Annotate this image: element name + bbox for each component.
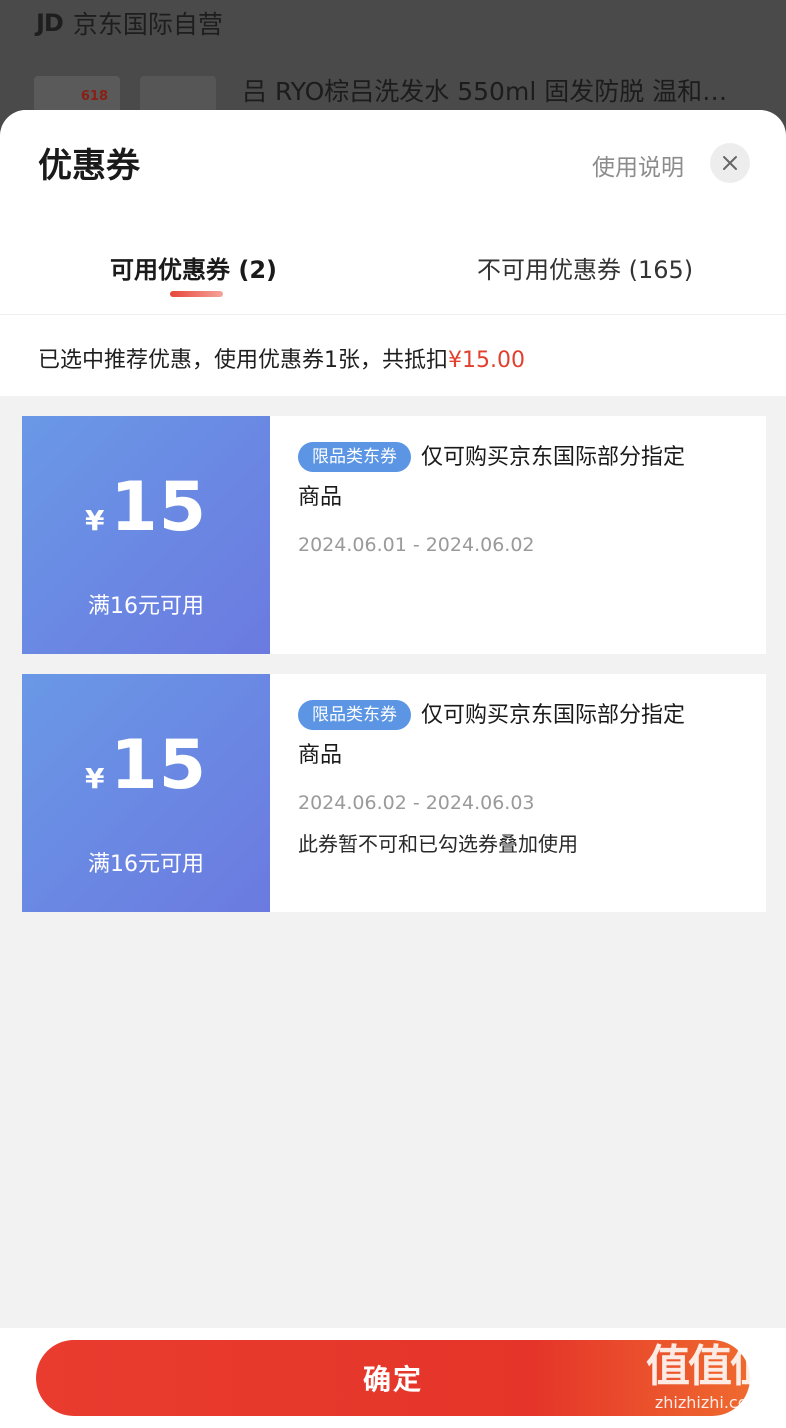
coupon-sheet: 优惠券 使用说明 可用优惠券 (2) 不可用优惠券 (165) 已选中推荐优惠，…	[0, 110, 786, 1428]
product-promo-tag: 618	[80, 88, 108, 104]
summary-text: 已选中推荐优惠，使用优惠券1张，共抵扣	[38, 348, 448, 373]
coupon-description: 限品类东券 仅可购买京东国际部分指定商品	[298, 696, 698, 776]
active-tab-indicator	[170, 291, 223, 297]
usage-instructions-link[interactable]: 使用说明	[592, 148, 684, 182]
sheet-title: 优惠券	[38, 146, 140, 186]
coupon-details: 限品类东券 仅可购买京东国际部分指定商品 2024.06.01 - 2024.06…	[270, 416, 766, 654]
tab-unavailable-coupons[interactable]: 不可用优惠券 (165)	[477, 250, 693, 285]
sheet-header: 优惠券 使用说明 可用优惠券 (2) 不可用优惠券 (165) 已选中推荐优惠，…	[0, 110, 786, 396]
coupon-value-panel: ¥ 15 满16元可用	[18, 674, 270, 912]
coupon-card[interactable]: ¥ 15 满16元可用 限品类东券 仅可购买京东国际部分指定商品 2024.06.…	[18, 416, 766, 654]
product-title: 吕 RYO棕吕洗发水 550ml 固发防脱 温和…	[242, 77, 728, 106]
coupon-details: 限品类东券 仅可购买京东国际部分指定商品 2024.06.02 - 2024.06…	[270, 674, 766, 912]
divider	[0, 314, 786, 315]
coupon-amount-value: 15	[110, 726, 208, 805]
close-button[interactable]	[710, 143, 750, 183]
coupon-tabs: 可用优惠券 (2) 不可用优惠券 (165)	[0, 240, 786, 314]
summary-amount: ¥15.00	[448, 348, 525, 373]
coupon-amount-value: 15	[110, 468, 208, 547]
selection-summary: 已选中推荐优惠，使用优惠券1张，共抵扣¥15.00	[38, 342, 525, 374]
coupon-type-badge: 限品类东券	[298, 442, 411, 472]
coupon-stacking-note: 此券暂不可和已勾选券叠加使用	[298, 832, 578, 856]
coupon-type-badge: 限品类东券	[298, 700, 411, 730]
site-watermark: 值值值 zhizhizhi.com	[636, 1342, 782, 1414]
jd-logo: JD	[36, 9, 64, 37]
close-icon	[723, 156, 737, 170]
coupon-threshold: 满16元可用	[88, 594, 204, 619]
coupon-value-panel: ¥ 15 满16元可用	[18, 416, 270, 654]
coupon-validity: 2024.06.01 - 2024.06.02	[298, 534, 535, 556]
currency-symbol: ¥	[84, 504, 105, 537]
coupon-amount: ¥ 15	[22, 726, 270, 805]
coupon-description: 限品类东券 仅可购买京东国际部分指定商品	[298, 438, 698, 518]
tab-available-coupons[interactable]: 可用优惠券 (2)	[110, 250, 277, 285]
watermark-url: zhizhizhi.com	[654, 1393, 764, 1412]
watermark-logo: 值值值	[646, 1341, 774, 1392]
coupon-card[interactable]: ¥ 15 满16元可用 限品类东券 仅可购买京东国际部分指定商品 2024.06.…	[18, 674, 766, 912]
coupon-validity: 2024.06.02 - 2024.06.03	[298, 792, 535, 814]
store-header: JD 京东国际自营	[36, 6, 223, 40]
coupon-threshold: 满16元可用	[88, 852, 204, 877]
currency-symbol: ¥	[84, 762, 105, 795]
store-name: 京东国际自营	[72, 10, 223, 39]
coupon-amount: ¥ 15	[22, 468, 270, 547]
